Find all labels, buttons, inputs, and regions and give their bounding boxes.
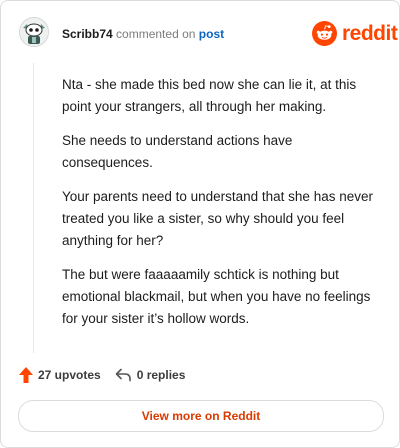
comment-paragraph: Nta - she made this bed now she can lie …	[62, 77, 357, 114]
view-more-label: View more on Reddit	[141, 409, 261, 423]
reddit-logo[interactable]: reddit	[312, 21, 398, 46]
username-link[interactable]: Scribb74	[62, 27, 113, 41]
post-link[interactable]: post	[199, 27, 224, 41]
action-text: commented on	[116, 27, 196, 41]
upvote-count: 27 upvotes	[38, 368, 101, 382]
comment-actions: 27 upvotes 0 replies	[19, 367, 185, 383]
comment-body: Nta - she made this bed now she can lie …	[62, 74, 384, 342]
view-more-button[interactable]: View more on Reddit	[18, 400, 384, 432]
user-avatar[interactable]	[19, 17, 49, 47]
reply-arrow-icon	[115, 368, 131, 382]
comment-header: Scribb74 commented on post	[62, 26, 224, 42]
snoo-avatar-icon	[20, 18, 48, 46]
reply-button[interactable]: 0 replies	[115, 368, 186, 382]
embedded-comment-card: Scribb74 commented on post reddit Nta - …	[0, 0, 400, 448]
reply-count: 0 replies	[136, 368, 186, 382]
upvote-button[interactable]: 27 upvotes	[19, 367, 101, 383]
thread-line	[33, 63, 34, 353]
upvote-arrow-icon	[19, 367, 33, 383]
comment-paragraph: The but were faaaaamily schtick is nothi…	[62, 267, 371, 326]
comment-paragraph: She needs to understand actions have con…	[62, 133, 293, 170]
comment-paragraph: Your parents need to understand that she…	[62, 189, 373, 248]
reddit-snoo-logo-icon	[312, 21, 337, 46]
reddit-wordmark: reddit	[342, 21, 398, 45]
